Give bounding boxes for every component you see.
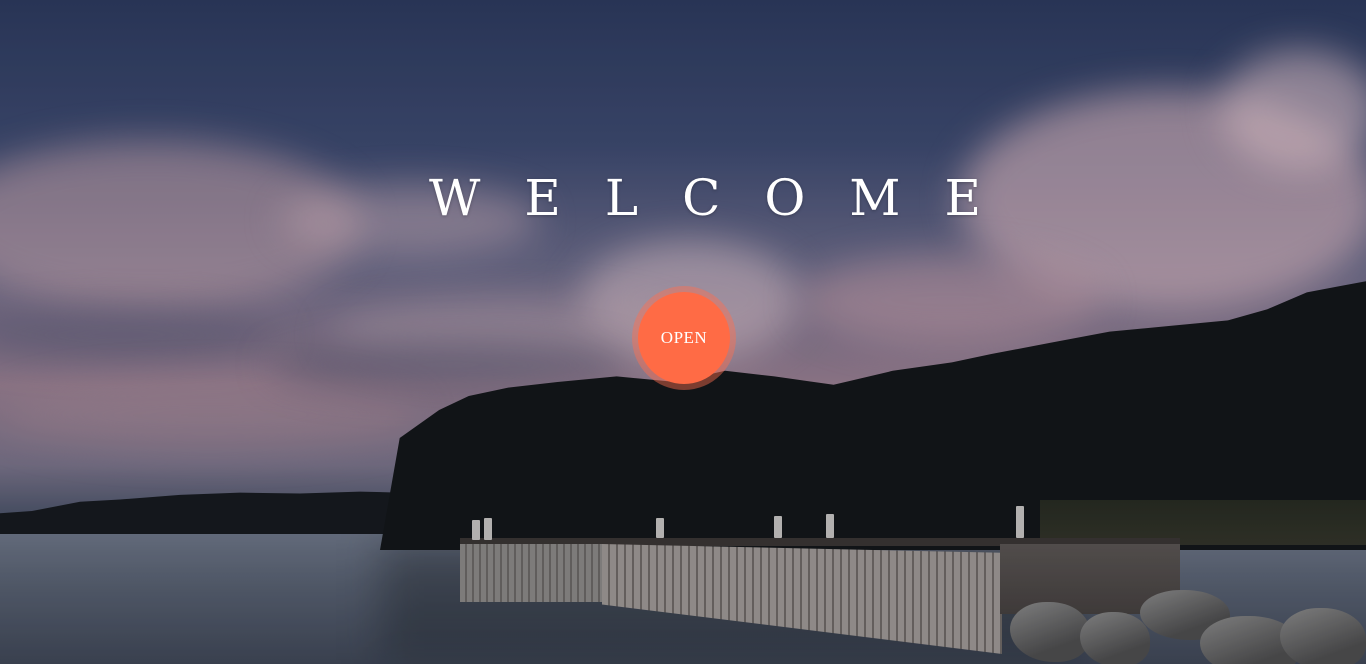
hero-section: WELCOME OPEN [0, 0, 1366, 664]
open-button[interactable]: OPEN [638, 292, 730, 384]
welcome-title: WELCOME [428, 169, 1026, 227]
open-button-ring[interactable]: OPEN [632, 286, 736, 390]
